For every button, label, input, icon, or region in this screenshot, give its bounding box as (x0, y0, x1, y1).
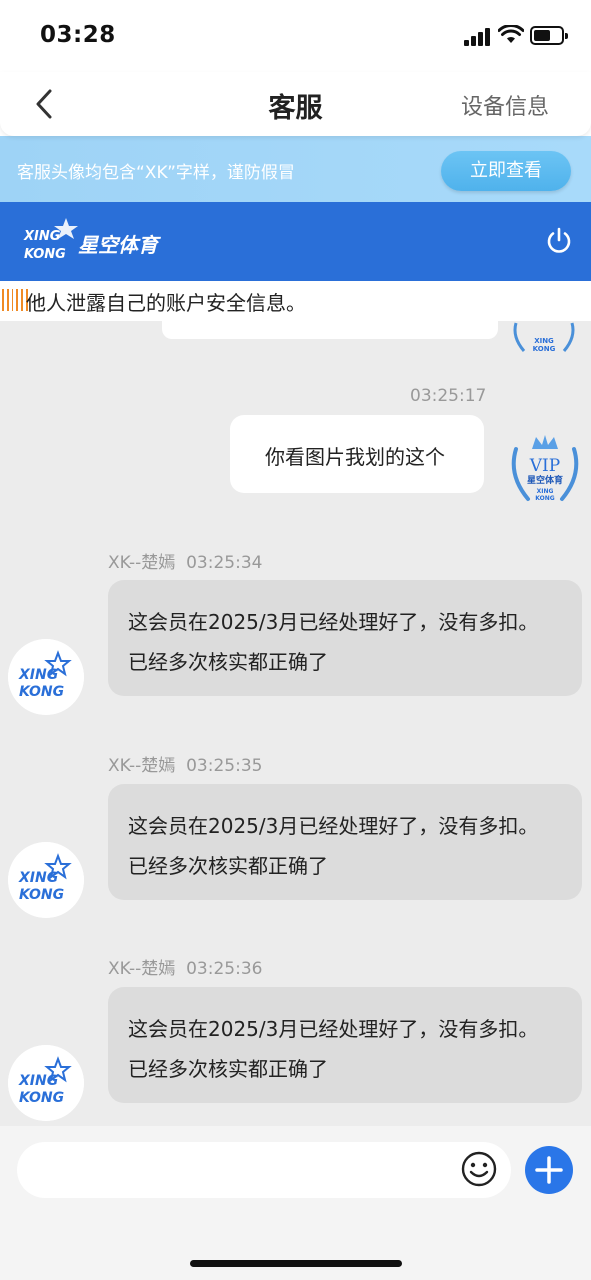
svg-text:KONG: KONG (19, 1090, 64, 1106)
message-text: 这会员在2025/3月已经处理好了，没有多扣。 已经多次核实都正确了 (128, 814, 539, 878)
svg-text:XING: XING (537, 488, 554, 495)
wifi-icon (498, 25, 524, 43)
incoming-message-bubble[interactable]: 这会员在2025/3月已经处理好了，没有多扣。 已经多次核实都正确了 (108, 580, 582, 696)
brand-bar: XING KONG 星空体育 (0, 202, 591, 281)
svg-text:星空体育: 星空体育 (527, 474, 563, 486)
power-icon[interactable] (544, 226, 574, 256)
marquee-notice: 他人泄露自己的账户安全信息。 (0, 281, 591, 321)
home-indicator (190, 1260, 402, 1267)
sender-label: XK--楚嫣 03:25:34 (108, 553, 263, 573)
vip-avatar: VIP 星空体育 XING KONG (511, 435, 579, 502)
notice-text: 客服头像均包含“XK”字样，谨防假冒 (17, 163, 295, 183)
marquee-text: 他人泄露自己的账户安全信息。 (26, 291, 306, 315)
nav-bar: 客服 设备信息 (0, 72, 591, 136)
speaker-icon (2, 289, 28, 311)
message-timestamp: 03:25:17 (410, 386, 487, 406)
svg-text:KONG: KONG (19, 684, 64, 700)
incoming-message-bubble[interactable]: 这会员在2025/3月已经处理好了，没有多扣。 已经多次核实都正确了 (108, 987, 582, 1103)
view-now-button[interactable]: 立即查看 (441, 151, 571, 191)
svg-text:KONG: KONG (24, 247, 66, 262)
svg-text:XING: XING (18, 1073, 58, 1089)
input-bar (0, 1126, 591, 1280)
svg-text:XING: XING (534, 337, 554, 345)
svg-text:XING: XING (18, 870, 58, 886)
message-bubble-partial (162, 321, 498, 339)
status-time: 03:28 (40, 22, 116, 48)
svg-text:XING: XING (18, 667, 58, 683)
add-button[interactable] (525, 1146, 573, 1194)
svg-text:XING: XING (23, 229, 61, 244)
svg-text:星空体育: 星空体育 (78, 233, 161, 257)
device-info-button[interactable]: 设备信息 (461, 89, 549, 121)
plus-icon (535, 1156, 563, 1184)
svg-text:KONG: KONG (533, 345, 556, 353)
notice-banner: 客服头像均包含“XK”字样，谨防假冒 立即查看 (0, 136, 591, 202)
outgoing-message-bubble[interactable]: 你看图片我划的这个 (230, 415, 484, 493)
svg-text:VIP: VIP (529, 456, 560, 476)
brand-logo: XING KONG 星空体育 (23, 218, 161, 262)
svg-text:KONG: KONG (535, 495, 555, 502)
status-bar: 03:28 (0, 0, 591, 72)
sender-label: XK--楚嫣 03:25:36 (108, 959, 263, 979)
agent-avatar: XING KONG (8, 1045, 84, 1121)
agent-avatar: XING KONG (8, 639, 84, 715)
emoji-icon[interactable] (460, 1150, 498, 1188)
incoming-message-bubble[interactable]: 这会员在2025/3月已经处理好了，没有多扣。 已经多次核实都正确了 (108, 784, 582, 900)
message-text: 这会员在2025/3月已经处理好了，没有多扣。 已经多次核实都正确了 (128, 1017, 539, 1081)
sender-label: XK--楚嫣 03:25:35 (108, 756, 263, 776)
message-input[interactable] (17, 1142, 511, 1198)
battery-icon (530, 26, 568, 45)
message-text: 这会员在2025/3月已经处理好了，没有多扣。 已经多次核实都正确了 (128, 610, 539, 674)
agent-avatar: XING KONG (8, 842, 84, 918)
chat-area[interactable]: 他人泄露自己的账户安全信息。 XING KONG 03:25:17 你看图片我划… (0, 281, 591, 1126)
message-text: 你看图片我划的这个 (265, 445, 445, 469)
svg-text:KONG: KONG (19, 887, 64, 903)
signal-icon (464, 28, 492, 46)
vip-avatar-partial: XING KONG (513, 322, 575, 353)
